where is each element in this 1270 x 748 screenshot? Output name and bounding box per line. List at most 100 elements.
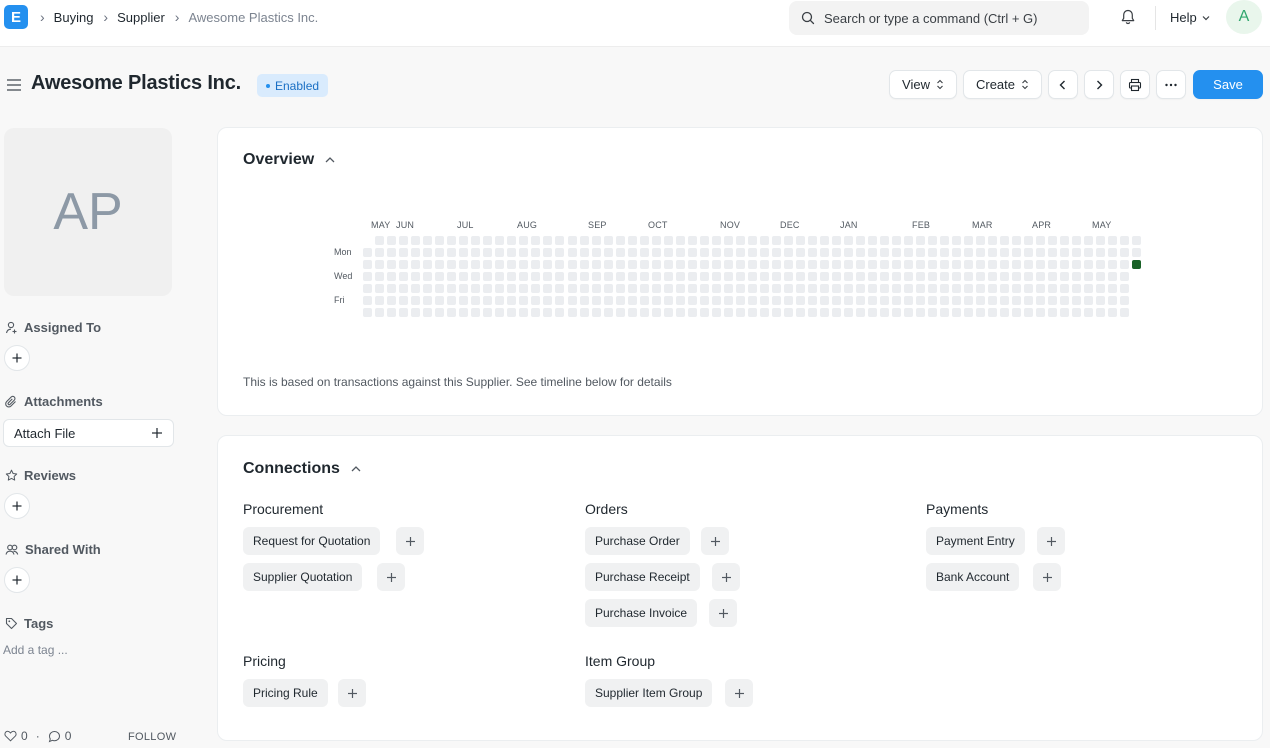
link-supplier-quotation[interactable]: Supplier Quotation bbox=[243, 563, 363, 591]
heatmap-day-cell[interactable] bbox=[1024, 308, 1033, 317]
heatmap-day-cell[interactable] bbox=[844, 248, 853, 257]
heatmap-day-cell[interactable] bbox=[519, 260, 528, 269]
heatmap-day-cell[interactable] bbox=[375, 260, 384, 269]
heatmap-day-cell[interactable] bbox=[543, 260, 552, 269]
heatmap-day-cell[interactable] bbox=[363, 296, 372, 305]
attach-file-button[interactable]: Attach File bbox=[3, 419, 174, 447]
heatmap-day-cell[interactable] bbox=[568, 296, 577, 305]
heatmap-day-cell[interactable] bbox=[507, 308, 516, 317]
heatmap-day-cell[interactable] bbox=[676, 272, 685, 281]
heatmap-day-cell[interactable] bbox=[676, 284, 685, 293]
heatmap-day-cell[interactable] bbox=[868, 308, 877, 317]
heatmap-day-cell[interactable] bbox=[640, 236, 649, 245]
heatmap-day-cell[interactable] bbox=[1048, 260, 1057, 269]
heatmap-day-cell[interactable] bbox=[616, 248, 625, 257]
heatmap-day-cell[interactable] bbox=[495, 260, 504, 269]
heatmap-day-cell[interactable] bbox=[772, 248, 781, 257]
heatmap-day-cell[interactable] bbox=[748, 284, 757, 293]
heatmap-day-cell[interactable] bbox=[1072, 308, 1081, 317]
heatmap-day-cell[interactable] bbox=[700, 248, 709, 257]
heatmap-day-cell[interactable] bbox=[916, 248, 925, 257]
heatmap-day-cell[interactable] bbox=[399, 272, 408, 281]
heatmap-day-cell[interactable] bbox=[892, 272, 901, 281]
heatmap-day-cell[interactable] bbox=[1060, 260, 1069, 269]
heatmap-day-cell[interactable] bbox=[507, 284, 516, 293]
heatmap-day-cell[interactable] bbox=[736, 308, 745, 317]
heatmap-day-cell[interactable] bbox=[519, 272, 528, 281]
heatmap-day-cell[interactable] bbox=[1084, 308, 1093, 317]
heatmap-day-cell[interactable] bbox=[820, 284, 829, 293]
heatmap-day-cell[interactable] bbox=[976, 296, 985, 305]
heatmap-day-cell[interactable] bbox=[976, 260, 985, 269]
heatmap-day-cell[interactable] bbox=[796, 296, 805, 305]
heatmap-day-cell[interactable] bbox=[664, 236, 673, 245]
heatmap-day-cell[interactable] bbox=[495, 272, 504, 281]
heatmap-day-cell[interactable] bbox=[471, 260, 480, 269]
heatmap-day-cell[interactable] bbox=[940, 272, 949, 281]
heatmap-day-cell[interactable] bbox=[580, 236, 589, 245]
heatmap-day-cell[interactable] bbox=[688, 308, 697, 317]
heatmap-day-cell[interactable] bbox=[411, 248, 420, 257]
heatmap-day-cell[interactable] bbox=[796, 308, 805, 317]
heatmap-day-cell[interactable] bbox=[796, 248, 805, 257]
heatmap-day-cell[interactable] bbox=[688, 296, 697, 305]
heatmap-day-cell[interactable] bbox=[387, 260, 396, 269]
heatmap-day-cell[interactable] bbox=[784, 308, 793, 317]
heatmap-day-cell[interactable] bbox=[1000, 236, 1009, 245]
heatmap-day-cell[interactable] bbox=[808, 260, 817, 269]
heatmap-day-cell[interactable] bbox=[495, 296, 504, 305]
heatmap-day-cell[interactable] bbox=[435, 272, 444, 281]
heatmap-day-cell[interactable] bbox=[640, 284, 649, 293]
heatmap-day-cell[interactable] bbox=[1072, 272, 1081, 281]
heatmap-day-cell[interactable] bbox=[495, 308, 504, 317]
heatmap-day-cell[interactable] bbox=[471, 248, 480, 257]
heatmap-day-cell[interactable] bbox=[988, 308, 997, 317]
heatmap-day-cell[interactable] bbox=[1024, 284, 1033, 293]
heatmap-day-cell[interactable] bbox=[724, 296, 733, 305]
heatmap-day-cell[interactable] bbox=[892, 260, 901, 269]
heatmap-day-cell[interactable] bbox=[568, 236, 577, 245]
heatmap-day-cell[interactable] bbox=[1000, 284, 1009, 293]
heatmap-day-cell[interactable] bbox=[724, 308, 733, 317]
heatmap-day-cell[interactable] bbox=[1048, 284, 1057, 293]
heatmap-day-cell[interactable] bbox=[904, 272, 913, 281]
heatmap-day-cell[interactable] bbox=[928, 284, 937, 293]
heatmap-day-cell[interactable] bbox=[604, 260, 613, 269]
heatmap-day-cell[interactable] bbox=[519, 284, 528, 293]
heatmap-day-cell[interactable] bbox=[628, 284, 637, 293]
heatmap-day-cell[interactable] bbox=[375, 236, 384, 245]
heatmap-day-cell[interactable] bbox=[363, 284, 372, 293]
heatmap-day-cell[interactable] bbox=[1024, 236, 1033, 245]
heatmap-day-cell[interactable] bbox=[531, 236, 540, 245]
heatmap-day-cell[interactable] bbox=[820, 260, 829, 269]
heatmap-day-cell[interactable] bbox=[1120, 236, 1129, 245]
heatmap-day-cell[interactable] bbox=[736, 284, 745, 293]
add-purchase-order-button[interactable] bbox=[701, 527, 729, 555]
heatmap-day-cell[interactable] bbox=[940, 308, 949, 317]
heatmap-day-cell[interactable] bbox=[483, 248, 492, 257]
heatmap-day-cell[interactable] bbox=[459, 236, 468, 245]
heatmap-day-cell[interactable] bbox=[964, 260, 973, 269]
heatmap-day-cell[interactable] bbox=[1108, 296, 1117, 305]
heatmap-day-cell[interactable] bbox=[387, 236, 396, 245]
heatmap-day-cell[interactable] bbox=[976, 236, 985, 245]
heatmap-day-cell[interactable] bbox=[964, 308, 973, 317]
heatmap-day-cell[interactable] bbox=[820, 272, 829, 281]
heatmap-day-cell[interactable] bbox=[676, 236, 685, 245]
heatmap-day-cell[interactable] bbox=[375, 248, 384, 257]
heatmap-day-cell[interactable] bbox=[483, 260, 492, 269]
heatmap-day-cell[interactable] bbox=[592, 260, 601, 269]
heatmap-day-cell[interactable] bbox=[832, 260, 841, 269]
heatmap-day-cell[interactable] bbox=[952, 308, 961, 317]
add-request-for-quotation-button[interactable] bbox=[396, 527, 424, 555]
heatmap-day-cell[interactable] bbox=[628, 308, 637, 317]
heatmap-day-cell[interactable] bbox=[724, 284, 733, 293]
heatmap-day-cell[interactable] bbox=[1096, 260, 1105, 269]
heatmap-day-cell[interactable] bbox=[543, 272, 552, 281]
heatmap-day-cell[interactable] bbox=[640, 296, 649, 305]
heatmap-day-cell[interactable] bbox=[1024, 296, 1033, 305]
heatmap-day-cell[interactable] bbox=[471, 308, 480, 317]
heatmap-day-cell[interactable] bbox=[820, 296, 829, 305]
next-button[interactable] bbox=[1084, 70, 1114, 99]
add-bank-account-button[interactable] bbox=[1033, 563, 1061, 591]
